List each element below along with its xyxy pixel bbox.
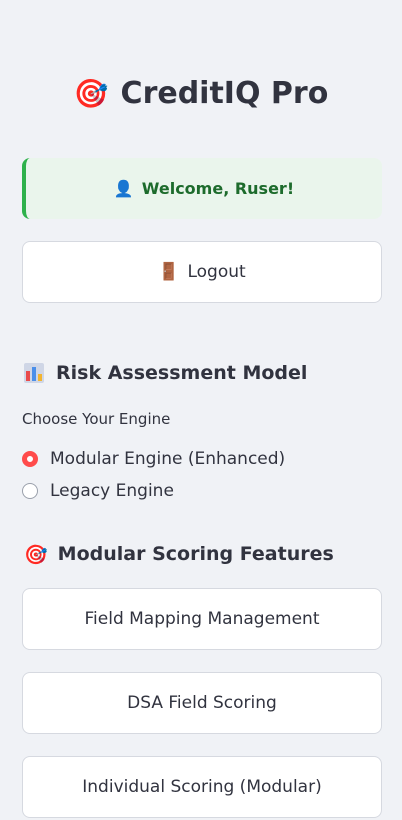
radio-unchecked-icon[interactable] [22, 483, 38, 499]
app-title: 🎯 CreditIQ Pro [0, 70, 402, 116]
radio-modular-engine-label: Modular Engine (Enhanced) [50, 449, 286, 469]
radio-legacy-engine-label: Legacy Engine [50, 481, 174, 501]
individual-scoring-button[interactable]: Individual Scoring (Modular) [22, 756, 382, 818]
field-mapping-label: Field Mapping Management [84, 609, 320, 629]
target-icon: 🎯 [24, 543, 48, 566]
welcome-banner: 👤 Welcome, Ruser! [22, 158, 382, 219]
radio-legacy-engine[interactable]: Legacy Engine [22, 479, 174, 503]
field-mapping-button[interactable]: Field Mapping Management [22, 588, 382, 650]
risk-assessment-heading: Risk Assessment Model [24, 357, 307, 389]
dsa-field-scoring-button[interactable]: DSA Field Scoring [22, 672, 382, 734]
target-icon: 🎯 [73, 76, 109, 110]
door-icon: 🚪 [158, 262, 180, 282]
risk-assessment-heading-text: Risk Assessment Model [56, 362, 308, 384]
welcome-text: Welcome, Ruser! [141, 179, 295, 198]
bar-chart-icon [24, 363, 44, 383]
app-title-text: CreditIQ Pro [120, 75, 329, 111]
radio-modular-engine[interactable]: Modular Engine (Enhanced) [22, 447, 285, 471]
individual-scoring-label: Individual Scoring (Modular) [82, 777, 322, 797]
logout-button[interactable]: 🚪 Logout [22, 241, 382, 303]
radio-checked-icon[interactable] [22, 451, 38, 467]
modular-scoring-heading: 🎯 Modular Scoring Features [24, 538, 334, 570]
user-icon: 👤 [113, 179, 134, 198]
logout-label: Logout [187, 262, 246, 282]
engine-radio-label: Choose Your Engine [22, 410, 171, 428]
modular-scoring-heading-text: Modular Scoring Features [57, 543, 334, 565]
dsa-field-scoring-label: DSA Field Scoring [127, 693, 277, 713]
